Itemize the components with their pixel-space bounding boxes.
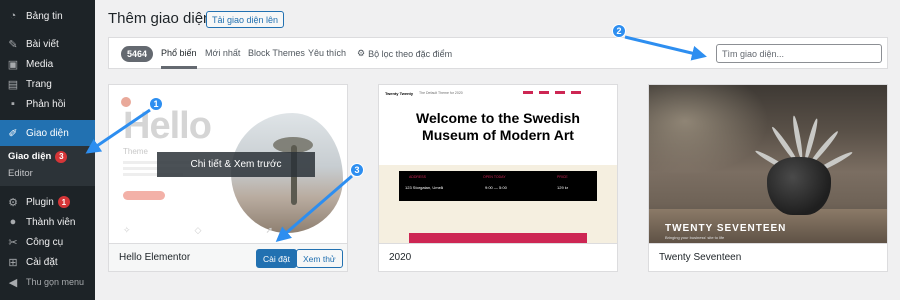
preview-menu: [523, 91, 581, 94]
sidebar-item-label: Plugin: [26, 196, 54, 208]
preview-tagline: The Default Theme for 2020: [419, 91, 463, 95]
theme-screenshot[interactable]: Hello Theme ✧ ◇ ➚ Chi tiết & Xem trước: [109, 85, 347, 243]
preview-subtitle: Bringing your business' site to life: [665, 235, 725, 240]
annotation-marker-1: 1: [149, 97, 163, 111]
rocket-icon: ➚: [265, 225, 273, 235]
preview-hours: 9:00 — 5:00: [485, 185, 507, 190]
collapse-menu-label: Thu gọn menu: [26, 277, 85, 287]
plugin-icon: ⚙: [8, 196, 18, 209]
pin-icon: ✎: [8, 38, 18, 51]
sidebar-item-settings[interactable]: ⊞ Cài đặt: [0, 252, 95, 272]
submenu-item-label: Editor: [8, 168, 33, 179]
sidebar-item-label: Bảng tin: [26, 10, 63, 22]
theme-card-2020[interactable]: Twenty Twenty The Default Theme for 2020…: [378, 84, 618, 272]
sidebar-item-posts[interactable]: ✎ Bài viết: [0, 34, 95, 54]
sidebar-item-comments[interactable]: ▪ Phản hồi: [0, 94, 95, 114]
collapse-icon: ◀: [8, 276, 18, 289]
preview-address-label: ADDRESS: [409, 175, 426, 179]
preview-price-label: PRICE: [557, 175, 568, 179]
user-icon: ●: [9, 216, 17, 228]
sidebar-item-label: Bài viết: [26, 38, 59, 50]
preview-address: 123 Storgatan, Umeå: [405, 185, 444, 190]
preview-light: [649, 85, 769, 175]
preview-price: 129 kr: [557, 185, 569, 190]
theme-info-bar: 2020: [379, 243, 617, 271]
upload-theme-button[interactable]: Tải giao diện lên: [206, 11, 285, 28]
preview-button[interactable]: Xem thử: [296, 249, 343, 268]
tab-latest[interactable]: Mới nhất: [205, 48, 240, 58]
preview-nav: Twenty Twenty The Default Theme for 2020: [379, 85, 617, 101]
bulb-icon: ✧: [123, 225, 131, 235]
submenu-item-label: Giao diện: [8, 151, 52, 162]
tab-popular[interactable]: Phổ biến: [161, 48, 197, 69]
theme-info-bar: Twenty Seventeen: [649, 243, 887, 271]
dashboard-icon: ◔: [9, 10, 17, 22]
brush-icon: ✐: [8, 127, 18, 140]
feature-filter-button[interactable]: ⚙ Bộ lọc theo đặc điểm: [357, 48, 452, 59]
sidebar-item-appearance[interactable]: ✐ Giao diện: [0, 120, 95, 146]
sidebar-item-tools[interactable]: ✂ Công cụ: [0, 232, 95, 252]
theme-name: 2020: [389, 252, 412, 263]
theme-card-twenty-seventeen[interactable]: TWENTY SEVENTEEN Bringing your business'…: [648, 84, 888, 272]
install-button[interactable]: Cài đặt: [256, 249, 297, 268]
page-title: Thêm giao diện: [108, 10, 212, 27]
tool-icon: ✂: [8, 236, 18, 249]
tab-block-themes[interactable]: Block Themes: [248, 48, 305, 58]
preview-plant-pot: [767, 157, 831, 215]
sidebar-item-pages[interactable]: ▤ Trang: [0, 74, 95, 94]
search-input[interactable]: [716, 44, 882, 63]
theme-info-bar: Hello Elementor Cài đặt Xem thử: [109, 243, 347, 271]
preview-info-block: ADDRESS 123 Storgatan, Umeå OPEN TODAY 9…: [399, 171, 597, 201]
sidebar-item-plugins[interactable]: ⚙ Plugin 1: [0, 192, 95, 212]
preview-button: [123, 191, 165, 200]
preview-headline: TWENTY SEVENTEEN: [665, 223, 787, 234]
tab-favorites[interactable]: Yêu thích: [308, 48, 346, 58]
sidebar-item-label: Thành viên: [26, 216, 76, 228]
annotation-marker-2: 2: [612, 24, 626, 38]
theme-name: Hello Elementor: [119, 252, 191, 263]
sidebar-item-media[interactable]: ▣ Media: [0, 54, 95, 74]
preview-subtitle: Theme: [123, 147, 148, 156]
preview-brand: Twenty Twenty: [385, 91, 414, 96]
preview-hours-label: OPEN TODAY: [483, 175, 506, 179]
sidebar-item-label: Trang: [26, 78, 52, 90]
sidebar-item-users[interactable]: ● Thành viên: [0, 212, 95, 232]
gear-icon: ⚙: [357, 48, 366, 58]
sidebar-item-label: Media: [26, 58, 54, 70]
update-badge: 1: [57, 196, 70, 208]
theme-count-badge: 5464: [121, 46, 154, 62]
sidebar-item-label: Giao diện: [26, 127, 69, 139]
admin-sidebar: ◔ Bảng tin ✎ Bài viết ▣ Media ▤ Trang ▪ …: [0, 0, 95, 300]
annotation-marker-3: 3: [350, 163, 364, 177]
sidebar-item-label: Phản hồi: [26, 98, 66, 110]
appearance-submenu: Giao diện 3 Editor: [0, 146, 95, 186]
settings-icon: ⊞: [8, 256, 18, 269]
sidebar-item-dashboard[interactable]: ◔ Bảng tin: [0, 6, 95, 26]
preview-feature-icons: ✧ ◇ ➚: [123, 225, 273, 236]
theme-screenshot[interactable]: Twenty Twenty The Default Theme for 2020…: [379, 85, 617, 243]
page-icon: ▤: [7, 78, 19, 91]
sidebar-item-label: Cài đặt: [26, 256, 58, 268]
submenu-item-themes[interactable]: Giao diện 3: [0, 148, 95, 165]
sidebar-item-label: Công cụ: [26, 236, 64, 248]
preview-red-block: [409, 233, 587, 243]
diamond-icon: ◇: [194, 225, 202, 235]
media-icon: ▣: [7, 58, 19, 71]
theme-filter-bar: 5464 Phổ biến Mới nhất Block Themes Yêu …: [108, 37, 888, 69]
feature-filter-label: Bộ lọc theo đặc điểm: [368, 48, 453, 59]
details-preview-overlay[interactable]: Chi tiết & Xem trước: [157, 152, 315, 177]
theme-card-hello-elementor[interactable]: Hello Theme ✧ ◇ ➚ Chi tiết & Xem trước Hel…: [108, 84, 348, 272]
comment-icon: ▪: [11, 98, 15, 110]
preview-headline: Hello: [123, 105, 212, 147]
theme-name: Twenty Seventeen: [659, 252, 742, 263]
submenu-item-editor[interactable]: Editor: [0, 165, 95, 182]
theme-screenshot[interactable]: TWENTY SEVENTEEN Bringing your business'…: [649, 85, 887, 243]
update-badge: 3: [55, 150, 68, 163]
preview-headline: Welcome to the Swedish Museum of Modern …: [416, 110, 580, 143]
collapse-menu-button[interactable]: ◀ Thu gọn menu: [0, 272, 95, 292]
